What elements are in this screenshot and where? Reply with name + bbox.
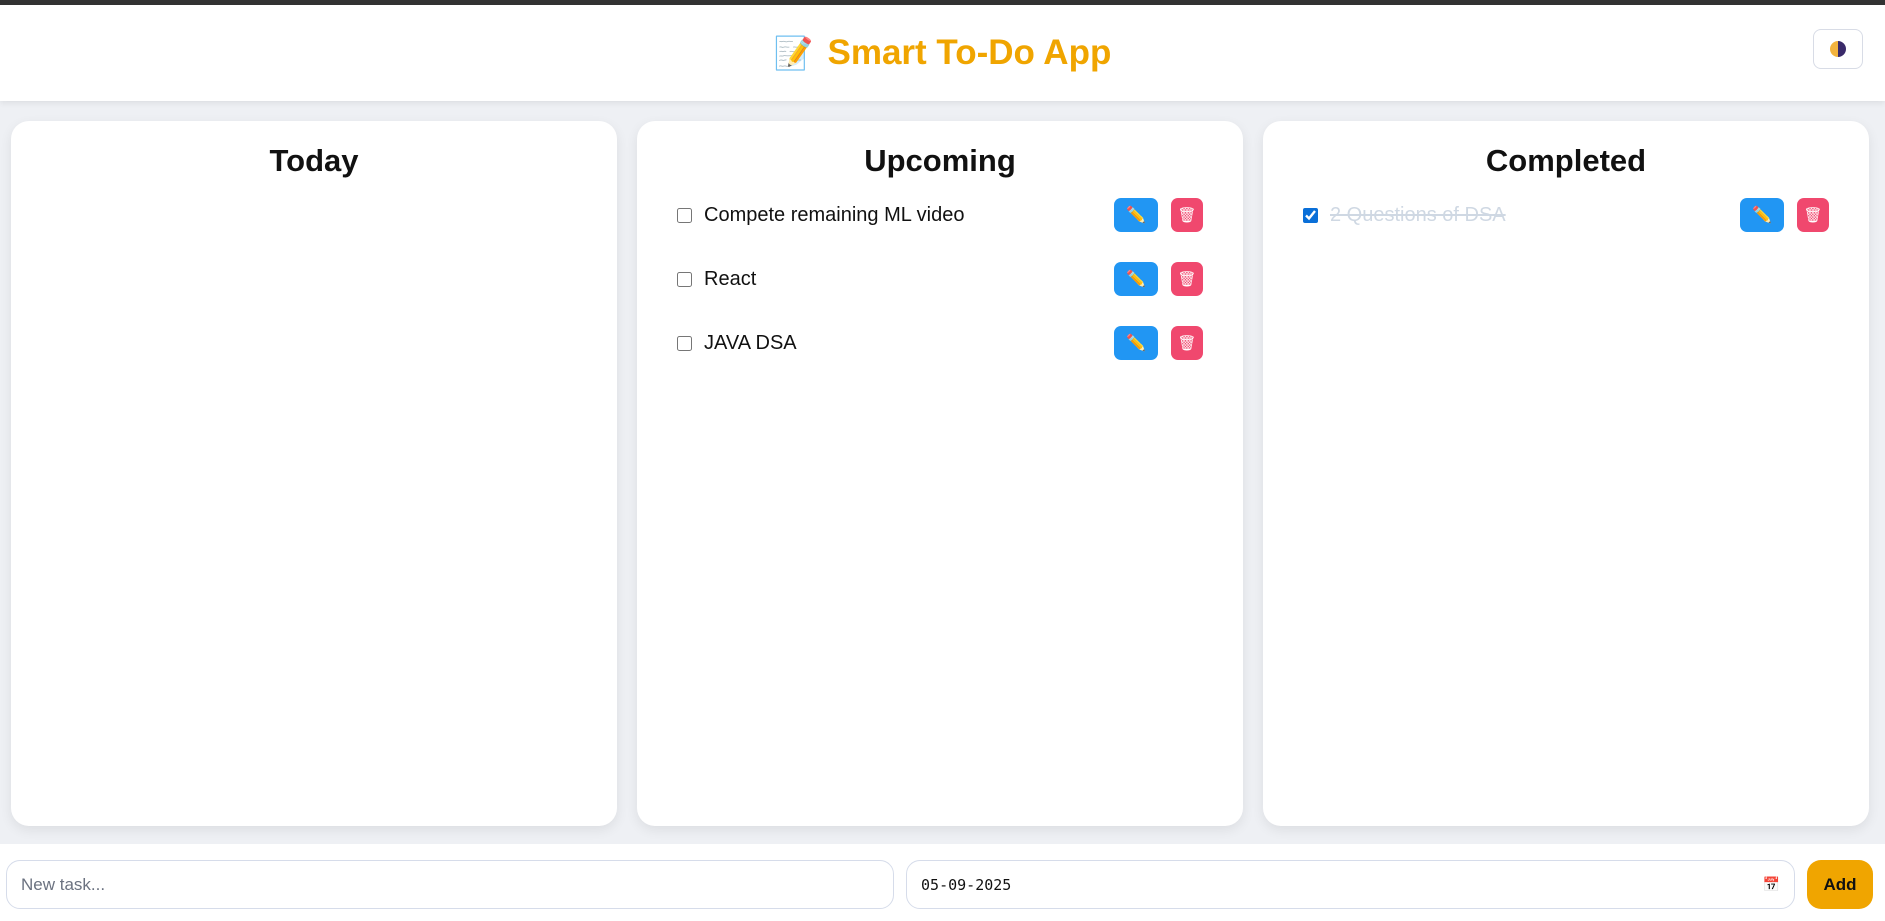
task-text: 2 Questions of DSA [1330, 203, 1506, 226]
new-task-input[interactable]: New task... [6, 860, 895, 909]
calendar-icon[interactable]: 📅 [1763, 877, 1780, 893]
delete-button[interactable]: 🗑 [1171, 198, 1203, 232]
pencil-icon: ✏️ [1126, 335, 1146, 352]
column-title: Today [269, 143, 359, 178]
column-completed: Completed 2 Questions of DSA ✏️ 🗑 [1263, 121, 1869, 826]
pencil-icon: ✏️ [1126, 207, 1146, 224]
new-task-placeholder: New task... [21, 874, 106, 894]
column-today: Today [11, 121, 617, 826]
task-checkbox[interactable] [677, 335, 692, 351]
column-title: Upcoming [864, 143, 1016, 178]
task-item: Compete remaining ML video ✏️ 🗑 [677, 183, 1203, 247]
add-task-form: New task... 05-09-2025 📅 Add [0, 844, 1885, 921]
task-text: JAVA DSA [704, 331, 797, 354]
task-item: React ✏️ 🗑 [677, 247, 1203, 311]
task-text: Compete remaining ML video [704, 203, 965, 226]
pencil-icon: ✏️ [1126, 271, 1146, 288]
due-date-input[interactable]: 05-09-2025 📅 [906, 860, 1796, 909]
memo-icon: 📝 [773, 35, 814, 71]
delete-button[interactable]: 🗑 [1171, 326, 1203, 360]
add-button[interactable]: Add [1807, 860, 1873, 909]
edit-button[interactable]: ✏️ [1114, 198, 1158, 232]
delete-button[interactable]: 🗑 [1171, 262, 1203, 296]
edit-button[interactable]: ✏️ [1740, 198, 1784, 232]
trash-icon: 🗑 [1177, 207, 1197, 224]
edit-button[interactable]: ✏️ [1114, 262, 1158, 296]
trash-icon: 🗑 [1177, 271, 1197, 288]
task-item: 2 Questions of DSA ✏️ 🗑 [1303, 183, 1829, 247]
task-item: JAVA DSA ✏️ 🗑 [677, 311, 1203, 375]
app-title-text: Smart To-Do App [827, 33, 1112, 72]
due-date-value: 05-09-2025 [921, 875, 1012, 894]
trash-icon: 🗑 [1177, 335, 1197, 352]
trash-icon: 🗑 [1803, 207, 1823, 224]
task-checkbox[interactable] [1303, 207, 1318, 223]
board: Today Upcoming Compete remaining ML vide… [0, 101, 1885, 844]
theme-toggle-button[interactable] [1813, 29, 1863, 69]
task-checkbox[interactable] [677, 207, 692, 223]
app-header: 📝 Smart To-Do App [0, 5, 1885, 101]
column-upcoming: Upcoming Compete remaining ML video ✏️ 🗑… [637, 121, 1243, 826]
task-checkbox[interactable] [677, 271, 692, 287]
app-title: 📝 Smart To-Do App [774, 33, 1112, 73]
column-title: Completed [1485, 143, 1647, 178]
task-text: React [704, 267, 757, 290]
delete-button[interactable]: 🗑 [1797, 198, 1829, 232]
half-moon-icon [1830, 41, 1846, 57]
edit-button[interactable]: ✏️ [1114, 326, 1158, 360]
pencil-icon: ✏️ [1752, 207, 1772, 224]
